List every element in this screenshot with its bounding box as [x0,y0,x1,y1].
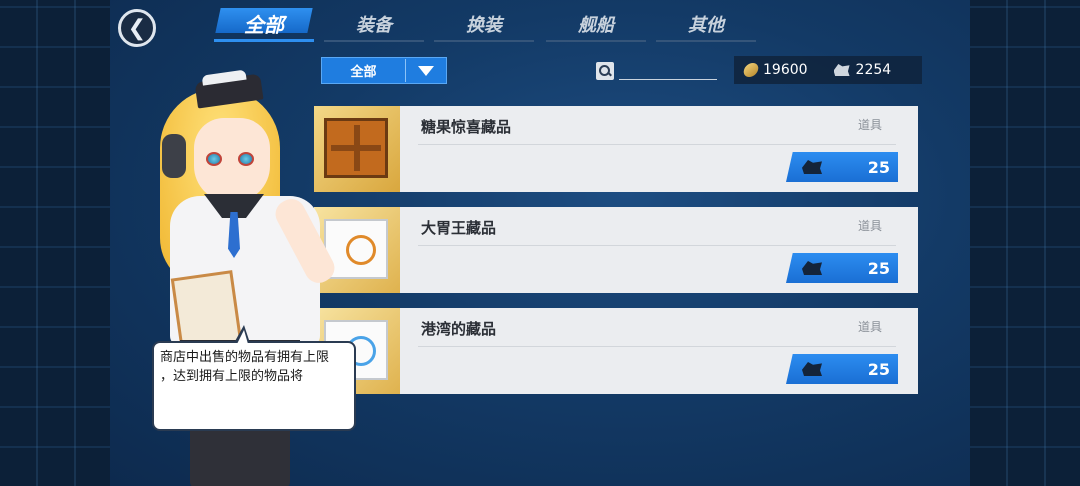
item-type: 道具 [857,320,882,334]
dialog-tail-fill [237,330,248,344]
ship-currency-icon [802,261,822,275]
coin-amount: 19600 [763,62,808,78]
coin-icon [742,63,760,77]
dialog-line-2: ，达到拥有上限的物品将 [160,369,304,384]
search-input[interactable] [619,62,717,80]
item-name: 大胃王藏品 [421,219,497,237]
item-name: 糖果惊喜藏品 [421,118,512,136]
ship-currency-icon [802,362,822,376]
shop-item-card[interactable]: 糖果惊喜藏品 道具 25 [314,106,918,192]
buy-button[interactable]: 25 [786,253,898,283]
item-divider [418,346,896,347]
item-name: 港湾的藏品 [421,320,497,338]
tab-equipment[interactable]: 装备 [324,8,424,42]
tab-label: 换装 [466,15,502,36]
dialog-line-1: 商店中出售的物品有拥有上限 [160,350,330,365]
headphone-icon [162,134,186,178]
item-type: 道具 [857,219,882,233]
character-dialog[interactable]: 商店中出售的物品有拥有上限 ，达到拥有上限的物品将 [152,341,356,431]
item-divider [418,144,896,145]
tab-ships[interactable]: 舰船 [546,8,646,42]
filter-dropdown[interactable]: 全部 [321,57,447,84]
buy-button[interactable]: 25 [786,354,898,384]
category-tabs: 全部 装备 换装 舰船 其他 [160,8,960,48]
tab-all[interactable]: 全部 [214,8,314,42]
tab-label: 其他 [688,15,724,36]
item-price: 25 [867,258,890,278]
filter-selected-value: 全部 [350,65,377,80]
item-divider [418,245,896,246]
tab-label: 舰船 [578,15,614,36]
shop-item-card[interactable]: 港湾的藏品 道具 25 [314,308,918,394]
ship-currency-amount: 2254 [855,62,892,78]
tab-other[interactable]: 其他 [656,8,756,42]
currency-display: 19600 2254 [734,56,922,84]
item-price: 25 [867,359,890,379]
wooden-crate-icon [324,118,388,178]
item-price: 25 [867,157,890,177]
buy-button[interactable]: 25 [786,152,898,182]
ship-currency-icon [833,64,850,76]
tab-label: 全部 [244,13,284,37]
tab-skins[interactable]: 换装 [434,8,534,42]
back-arrow-icon: ❮ [127,15,147,41]
background-left-panel [0,0,110,486]
background-right-panel [970,0,1080,486]
dropdown-arrow-icon [406,65,446,76]
shop-item-card[interactable]: 大胃王藏品 道具 25 [314,207,918,293]
search-icon[interactable] [596,62,614,80]
back-button[interactable]: ❮ [118,9,156,47]
tab-label: 装备 [356,15,392,36]
ship-currency-icon [802,160,822,174]
item-type: 道具 [857,118,882,132]
